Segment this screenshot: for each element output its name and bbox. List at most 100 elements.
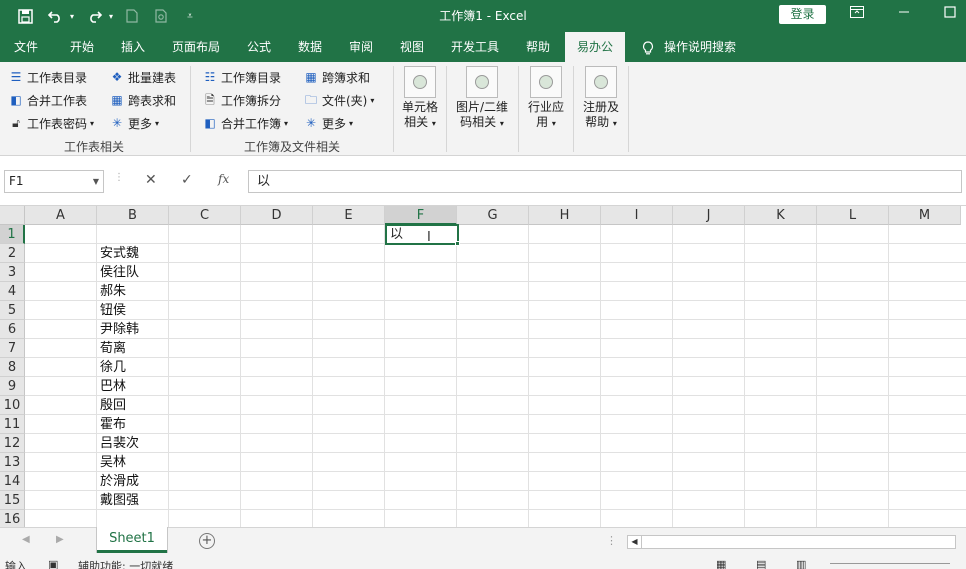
row-header[interactable]: 9 — [0, 377, 25, 396]
tab-yibangong[interactable]: 易办公 — [565, 32, 625, 62]
row-header[interactable]: 3 — [0, 263, 25, 282]
industry-app-button[interactable]: 行业应 用 ▾ — [522, 66, 570, 131]
column-header[interactable]: G — [457, 206, 529, 225]
image-qrcode-button[interactable]: 图片/二维 码相关 ▾ — [450, 66, 514, 131]
column-header[interactable]: K — [745, 206, 817, 225]
fill-handle[interactable] — [455, 241, 460, 246]
formula-input[interactable]: 以 — [248, 170, 962, 193]
scroll-left-icon[interactable]: ◀ — [628, 536, 642, 548]
column-header[interactable]: H — [529, 206, 601, 225]
cell-b[interactable]: 徐几 — [97, 358, 169, 377]
workbook-split-button[interactable]: 🗎︎ 工作簿拆分 — [203, 91, 281, 109]
column-header[interactable]: D — [241, 206, 313, 225]
row-header[interactable]: 16 — [0, 510, 25, 527]
row-header[interactable]: 10 — [0, 396, 25, 415]
login-button[interactable]: 登录 — [779, 5, 826, 24]
tab-review[interactable]: 审阅 — [340, 32, 382, 62]
drag-handle-icon[interactable]: ⋮ — [114, 172, 124, 183]
cross-workbook-sum-button[interactable]: ▦ 跨簿求和 — [304, 68, 370, 86]
lightbulb-icon[interactable] — [638, 32, 658, 62]
cell-b[interactable]: 巴林 — [97, 377, 169, 396]
cell-b[interactable]: 钮侯 — [97, 301, 169, 320]
cell-b[interactable]: 荀离 — [97, 339, 169, 358]
cross-sheet-sum-button[interactable]: ▦ 跨表求和 — [110, 91, 176, 109]
row-header[interactable]: 12 — [0, 434, 25, 453]
enter-icon[interactable]: ✓ — [181, 172, 193, 188]
tab-view[interactable]: 视图 — [391, 32, 433, 62]
ribbon-display-icon[interactable] — [849, 6, 865, 22]
cell-b[interactable]: 侯往队 — [97, 263, 169, 282]
tab-page-layout[interactable]: 页面布局 — [164, 32, 228, 62]
merge-sheets-button[interactable]: ◧ 合并工作表 — [9, 91, 87, 109]
row-header[interactable]: 1 — [0, 225, 25, 244]
column-header[interactable]: C — [169, 206, 241, 225]
cell-b[interactable]: 吴林 — [97, 453, 169, 472]
tab-home[interactable]: 开始 — [60, 32, 104, 62]
column-header[interactable]: J — [673, 206, 745, 225]
tab-help[interactable]: 帮助 — [517, 32, 559, 62]
zoom-slider[interactable] — [830, 563, 950, 564]
cell-b[interactable]: 霍布 — [97, 415, 169, 434]
select-all-corner[interactable] — [0, 206, 25, 225]
normal-view-icon[interactable]: ▦ — [716, 558, 726, 569]
sheet-password-button[interactable]: 🔓︎ 工作表密码 ▾ — [9, 114, 94, 132]
column-header[interactable]: I — [601, 206, 673, 225]
row-header[interactable]: 2 — [0, 244, 25, 263]
splitter-handle-icon[interactable]: ⋮ — [606, 534, 617, 547]
row-header[interactable]: 15 — [0, 491, 25, 510]
workbook-catalog-button[interactable]: ☷ 工作簿目录 — [203, 68, 281, 86]
column-header[interactable]: B — [97, 206, 169, 225]
column-header[interactable]: A — [25, 206, 97, 225]
row-header[interactable]: 14 — [0, 472, 25, 491]
tab-formulas[interactable]: 公式 — [237, 32, 281, 62]
tab-data[interactable]: 数据 — [289, 32, 331, 62]
cell-related-button[interactable]: 单元格 相关 ▾ — [398, 66, 442, 131]
page-layout-view-icon[interactable]: ▤ — [756, 558, 766, 569]
minimize-icon[interactable] — [896, 6, 912, 22]
row-header[interactable]: 5 — [0, 301, 25, 320]
worksheet-grid[interactable]: ABCDEFGHIJKLM 1 2 3 4 5 6 7 8 9 10 11 12 13 14 15 16 安式… — [0, 206, 966, 527]
sheet-catalog-button[interactable]: ☰ 工作表目录 — [9, 68, 87, 86]
row-header[interactable]: 13 — [0, 453, 25, 472]
more-workbook-button[interactable]: ✳ 更多 ▾ — [304, 114, 353, 132]
page-break-view-icon[interactable]: ▥ — [796, 558, 806, 569]
name-box[interactable]: F1 ▼ — [4, 170, 104, 193]
column-header[interactable]: E — [313, 206, 385, 225]
column-header[interactable]: M — [889, 206, 961, 225]
scroll-right-icon[interactable]: ▶ — [56, 534, 64, 545]
active-cell[interactable]: 以 — [385, 224, 459, 245]
register-help-button[interactable]: 注册及 帮助 ▾ — [577, 66, 625, 131]
row-header[interactable]: 6 — [0, 320, 25, 339]
tell-me-search[interactable]: 操作说明搜索 — [664, 32, 746, 62]
cell-b[interactable]: 於滑成 — [97, 472, 169, 491]
row-header[interactable]: 4 — [0, 282, 25, 301]
sheet-tab-sheet1[interactable]: Sheet1 — [97, 527, 167, 553]
column-header[interactable]: F — [385, 206, 457, 225]
cell-b[interactable]: 尹除韩 — [97, 320, 169, 339]
maximize-icon[interactable] — [942, 6, 958, 22]
cell-b[interactable]: 戴图强 — [97, 491, 169, 510]
function-icon[interactable]: fx — [218, 172, 229, 186]
tab-file[interactable]: 文件 — [5, 32, 47, 62]
row-header[interactable]: 7 — [0, 339, 25, 358]
horizontal-scrollbar[interactable]: ◀ — [627, 535, 956, 549]
chevron-down-icon[interactable]: ▼ — [93, 171, 99, 192]
batch-create-button[interactable]: ❖ 批量建表 — [110, 68, 176, 86]
tab-insert[interactable]: 插入 — [112, 32, 154, 62]
merge-workbooks-button[interactable]: ◧ 合并工作簿 ▾ — [203, 114, 288, 132]
row-header[interactable]: 11 — [0, 415, 25, 434]
cell-b[interactable]: 吕裴次 — [97, 434, 169, 453]
cell-b[interactable]: 殷回 — [97, 396, 169, 415]
cancel-icon[interactable]: ✕ — [145, 172, 157, 188]
row-header[interactable]: 8 — [0, 358, 25, 377]
accessibility-status[interactable]: 辅助功能: 一切就绪 — [78, 558, 173, 569]
macro-record-icon[interactable]: ▣ — [48, 558, 58, 569]
more-sheet-button[interactable]: ✳ 更多 ▾ — [110, 114, 159, 132]
file-folder-button[interactable]: 🗀︎ 文件(夹) ▾ — [304, 91, 374, 109]
add-sheet-icon[interactable]: + — [199, 533, 215, 549]
tab-developer[interactable]: 开发工具 — [442, 32, 508, 62]
cell-b[interactable]: 安式魏 — [97, 244, 169, 263]
scroll-left-icon[interactable]: ◀ — [22, 534, 30, 545]
column-header[interactable]: L — [817, 206, 889, 225]
cell-b[interactable]: 郝朱 — [97, 282, 169, 301]
